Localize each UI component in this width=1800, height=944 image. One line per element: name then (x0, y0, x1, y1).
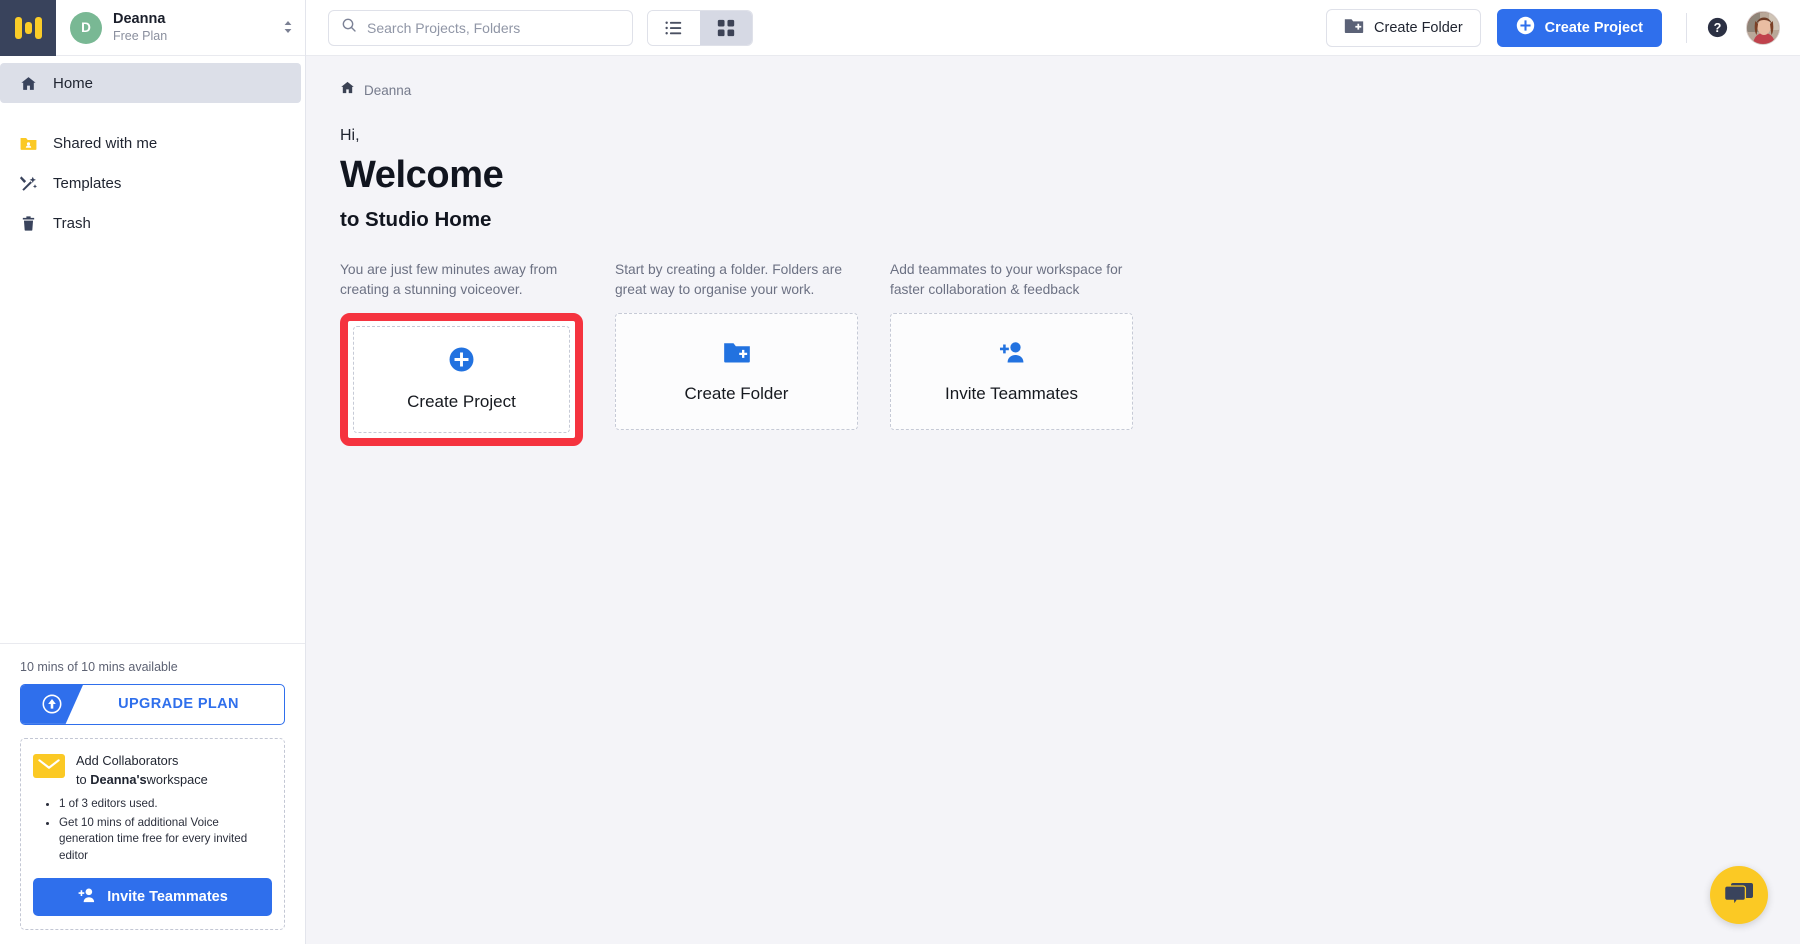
sidebar-item-label: Home (53, 74, 94, 92)
subtitle-prefix: to (76, 771, 91, 787)
card-create-project: You are just few minutes away from creat… (340, 260, 583, 446)
breadcrumb[interactable]: Deanna (340, 80, 1800, 100)
grid-view-button[interactable] (700, 10, 752, 45)
sidebar-nav: Home Shared with me Templates Trash (0, 56, 305, 243)
brand-logo[interactable] (0, 0, 56, 56)
workspace-avatar: D (70, 11, 102, 44)
create-project-label: Create Project (1544, 19, 1643, 36)
breadcrumb-label: Deanna (364, 82, 412, 98)
upgrade-plan-button[interactable]: UPGRADE PLAN (20, 683, 285, 725)
card-create-folder: Start by creating a folder. Folders are … (615, 260, 858, 446)
action-cards: You are just few minutes away from creat… (340, 260, 1800, 446)
chevron-updown-icon[interactable] (283, 19, 293, 36)
create-folder-card-button[interactable]: Create Folder (615, 313, 858, 430)
page-subtitle: to Studio Home (340, 208, 492, 231)
sidebar-item-label: Templates (53, 174, 122, 192)
workspace-text: Deanna Free Plan (113, 11, 272, 45)
templates-icon (18, 174, 38, 193)
workspace-switcher[interactable]: D Deanna Free Plan (56, 11, 305, 45)
sidebar-item-templates[interactable]: Templates (0, 163, 301, 203)
content-canvas: Deanna Hi, Welcome to Studio Home You ar… (306, 56, 1800, 944)
sidebar-footer: 10 mins of 10 mins available UPGRADE PLA… (0, 642, 305, 944)
person-add-icon (77, 887, 96, 907)
mail-icon (33, 753, 65, 778)
subtitle-suffix: workspace (146, 771, 208, 787)
help-icon[interactable]: ? (1707, 17, 1728, 38)
sidebar: D Deanna Free Plan Home Shared with me T… (0, 0, 306, 944)
card-label: Create Project (407, 392, 516, 411)
collaborators-bullets: 1 of 3 editors used. Get 10 mins of addi… (49, 796, 272, 864)
chat-bubble-icon (1724, 883, 1753, 907)
home-icon (340, 80, 355, 100)
subtitle-strong: Deanna's (90, 771, 147, 787)
sidebar-item-trash[interactable]: Trash (0, 203, 301, 243)
create-folder-button[interactable]: Create Folder (1326, 8, 1481, 47)
svg-text:?: ? (1714, 21, 1722, 35)
search-input[interactable] (367, 19, 620, 36)
page-title: Welcome (340, 154, 504, 196)
folder-plus-icon (1344, 17, 1364, 38)
brand-logo-icon (14, 16, 42, 39)
search-icon (341, 17, 357, 38)
upgrade-arrow-icon (21, 684, 83, 724)
folder-plus-icon (723, 340, 751, 369)
sidebar-item-shared-with-me[interactable]: Shared with me (0, 123, 301, 163)
workspace-header: D Deanna Free Plan (0, 0, 305, 56)
invite-teammates-button[interactable]: Invite Teammates (33, 878, 272, 916)
create-project-card-button[interactable]: Create Project (353, 326, 570, 433)
main-area: Create Folder Create Project ? (306, 0, 1800, 944)
workspace-plan: Free Plan (113, 29, 168, 44)
user-avatar[interactable] (1746, 10, 1780, 45)
sidebar-item-home[interactable]: Home (0, 63, 301, 103)
collaborators-title: Add Collaborators (76, 752, 179, 768)
create-project-button[interactable]: Create Project (1496, 8, 1662, 47)
top-toolbar: Create Folder Create Project ? (306, 0, 1800, 56)
home-icon (18, 75, 38, 92)
workspace-name: Deanna (113, 10, 166, 27)
app-root: D Deanna Free Plan Home Shared with me T… (0, 0, 1800, 944)
card-label: Invite Teammates (945, 383, 1078, 403)
list-view-button[interactable] (648, 10, 700, 45)
chevron-updown-svg (284, 20, 292, 33)
person-add-icon (998, 340, 1026, 369)
toolbar-divider (1686, 12, 1687, 43)
invite-teammates-label: Invite Teammates (107, 889, 228, 905)
sidebar-item-label: Shared with me (53, 134, 158, 152)
card-label: Create Folder (684, 383, 789, 403)
usage-text: 10 mins of 10 mins available (20, 659, 178, 674)
greeting-text: Hi, (340, 127, 360, 144)
plus-circle-icon (1516, 16, 1535, 39)
plus-circle-icon (449, 347, 474, 377)
sidebar-item-label: Trash (53, 214, 91, 232)
view-toggle-group (647, 9, 753, 46)
collaborators-subtitle: to Deanna'sworkspace (76, 771, 208, 789)
invite-teammates-card-button[interactable]: Invite Teammates (890, 313, 1133, 430)
avatar-photo (1747, 11, 1779, 44)
shared-folder-icon (18, 134, 38, 153)
trash-icon (18, 215, 38, 232)
list-item: 1 of 3 editors used. (59, 796, 272, 812)
card-invite-teammates: Add teammates to your workspace for fast… (890, 260, 1133, 446)
highlight-outline: Create Project (340, 313, 583, 446)
list-item: Get 10 mins of additional Voice generati… (59, 815, 272, 864)
collaborators-header: Add Collaborators to Deanna'sworkspace (33, 752, 272, 788)
create-folder-label: Create Folder (1374, 19, 1463, 36)
card-description: You are just few minutes away from creat… (340, 262, 558, 297)
card-description: Add teammates to your workspace for fast… (890, 262, 1123, 297)
search-box[interactable] (328, 9, 633, 46)
chat-support-button[interactable] (1710, 866, 1768, 924)
collaborators-text: Add Collaborators to Deanna'sworkspace (76, 752, 208, 788)
add-collaborators-card: Add Collaborators to Deanna'sworkspace 1… (20, 737, 285, 930)
card-description: Start by creating a folder. Folders are … (615, 262, 842, 297)
upgrade-plan-label: UPGRADE PLAN (118, 696, 239, 713)
